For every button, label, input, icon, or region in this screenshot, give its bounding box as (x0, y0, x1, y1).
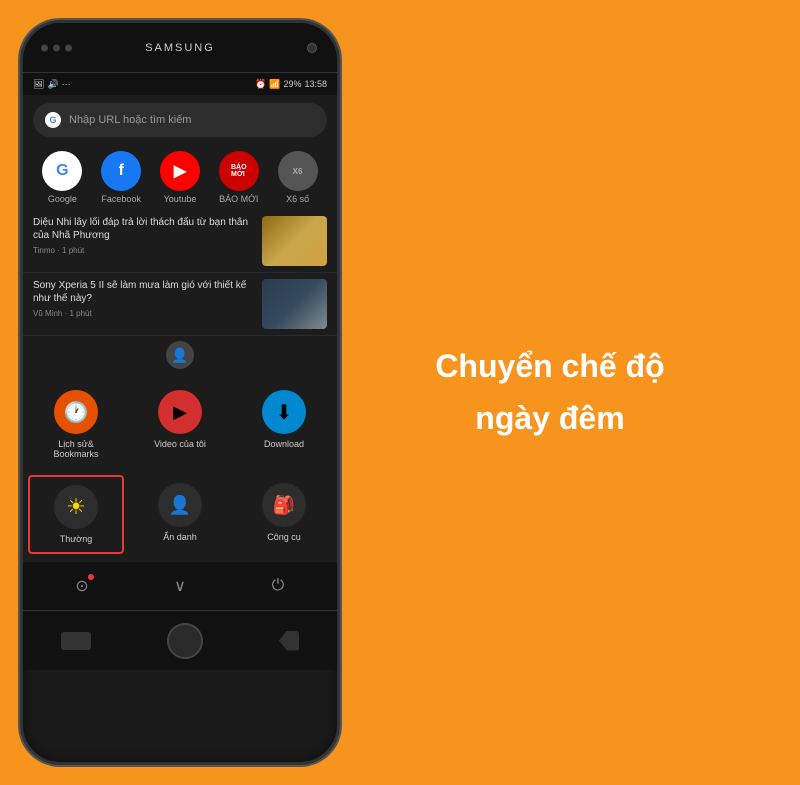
quick-link-x6[interactable]: X6 X6 số (278, 151, 318, 204)
incognito-label: Ẩn danh (163, 532, 197, 542)
thumb-image-1 (262, 216, 327, 266)
menu-item-history[interactable]: 🕐 Lịch sử&Bookmarks (28, 382, 124, 467)
camera-nav-icon: ⊙ (75, 576, 88, 596)
status-bar: 🖼 🔊 ··· ⏰ 📶 29% 13:58 (23, 73, 337, 95)
news-title-2: Sony Xperia 5 II sẽ làm mưa làm gió với … (33, 279, 252, 305)
url-input-container[interactable]: G Nhập URL hoặc tìm kiếm (33, 103, 327, 137)
news-meta-2: Vũ Minh · 1 phút (33, 309, 252, 318)
video-icon: ▶ (158, 390, 202, 434)
facebook-label: Facebook (101, 194, 141, 204)
baomoi-icon: BÁOMỚI (219, 151, 259, 191)
hw-home-button[interactable] (167, 623, 203, 659)
news-title-1: Diệu Nhi lây lối đáp trả lời thách đấu t… (33, 216, 252, 242)
heading-text: Chuyển chế độ ngày đêm (435, 341, 664, 443)
news-item-1[interactable]: Diệu Nhi lây lối đáp trả lời thách đấu t… (23, 210, 337, 273)
normal-mode-icon: ☀ (54, 485, 98, 529)
normal-label: Thường (60, 534, 92, 544)
menu-item-normal[interactable]: ☀ Thường (28, 475, 124, 554)
page-wrapper: SAMSUNG 🖼 🔊 ··· ⏰ 📶 29% 13:58 (0, 0, 800, 785)
bottom-nav: ⊙ ∨ ⏻ (23, 562, 337, 610)
status-icon-more: ··· (62, 79, 71, 89)
status-battery: 29% (283, 79, 301, 89)
nav-power-icon[interactable]: ⏻ (264, 572, 292, 600)
hardware-dot-1 (41, 44, 48, 51)
download-label: Download (264, 439, 304, 449)
profile-icon[interactable]: 👤 (166, 341, 194, 369)
status-icon-camera: 🖼 (33, 79, 44, 90)
status-wifi-icon: 📶 (269, 79, 280, 90)
news-meta-1: Tinmo · 1 phút (33, 246, 252, 255)
url-placeholder-text: Nhập URL hoặc tìm kiếm (69, 114, 191, 126)
google-label: Google (48, 194, 77, 204)
quick-link-youtube[interactable]: ▶ Youtube (160, 151, 200, 204)
menu-item-download[interactable]: ⬇ Download (236, 382, 332, 467)
status-left: 🖼 🔊 ··· (33, 79, 71, 90)
phone-bottom-hardware (23, 610, 337, 670)
video-label: Video của tôi (154, 439, 206, 449)
youtube-label: Youtube (164, 194, 197, 204)
phone-container: SAMSUNG 🖼 🔊 ··· ⏰ 📶 29% 13:58 (20, 20, 340, 765)
news-text-1: Diệu Nhi lây lối đáp trả lời thách đấu t… (33, 216, 252, 266)
news-thumb-1 (262, 216, 327, 266)
news-item-2[interactable]: Sony Xperia 5 II sẽ làm mưa làm gió với … (23, 273, 337, 336)
x6-icon: X6 (278, 151, 318, 191)
power-icon: ⏻ (272, 577, 285, 595)
x6-label: X6 số (286, 194, 309, 204)
quick-link-baomoi[interactable]: BÁOMỚI BÁO MỚI (219, 151, 259, 204)
quick-links-row: G Google f Facebook ▶ Youtube BÁOMỚI BÁO… (23, 145, 337, 210)
youtube-icon: ▶ (160, 151, 200, 191)
history-icon: 🕐 (54, 390, 98, 434)
heading-line2: ngày đêm (435, 393, 664, 444)
facebook-icon: f (101, 151, 141, 191)
status-icon-sound: 🔊 (47, 79, 58, 90)
tools-label: Công cụ (267, 532, 301, 542)
menu-item-incognito[interactable]: 👤 Ẩn danh (132, 475, 228, 554)
quick-link-facebook[interactable]: f Facebook (101, 151, 141, 204)
right-text-area: Chuyển chế độ ngày đêm (340, 321, 760, 463)
samsung-logo: SAMSUNG (145, 42, 215, 54)
thumb-image-2 (262, 279, 327, 329)
nav-camera-icon[interactable]: ⊙ (68, 572, 96, 600)
tab-profile-bar: 👤 (23, 336, 337, 374)
status-right: ⏰ 📶 29% 13:58 (255, 79, 327, 90)
menu-item-tools[interactable]: 🎒 Công cụ (236, 475, 332, 554)
phone-hardware-dots (41, 44, 72, 51)
status-alarm-icon: ⏰ (255, 79, 266, 90)
hardware-dot-2 (53, 44, 60, 51)
front-camera (307, 43, 317, 53)
status-time: 13:58 (304, 79, 327, 89)
url-bar: G Nhập URL hoặc tìm kiếm (23, 95, 337, 145)
nav-notification-dot (88, 574, 94, 580)
download-icon: ⬇ (262, 390, 306, 434)
phone-top-hardware: SAMSUNG (23, 23, 337, 73)
menu-grid: 🕐 Lịch sử&Bookmarks ▶ Video của tôi ⬇ Do… (23, 374, 337, 562)
news-thumb-2 (262, 279, 327, 329)
nav-chevron-icon[interactable]: ∨ (166, 572, 194, 600)
baomoi-label: BÁO MỚI (219, 194, 258, 204)
heading-line1: Chuyển chế độ (435, 341, 664, 392)
incognito-icon: 👤 (158, 483, 202, 527)
news-text-2: Sony Xperia 5 II sẽ làm mưa làm gió với … (33, 279, 252, 329)
google-logo-in-url: G (45, 112, 61, 128)
browser-content: G Nhập URL hoặc tìm kiếm G Google f Face… (23, 95, 337, 610)
history-label: Lịch sử&Bookmarks (53, 439, 98, 459)
google-icon: G (42, 151, 82, 191)
hardware-dot-3 (65, 44, 72, 51)
chevron-down-icon: ∨ (174, 576, 186, 596)
phone-body: SAMSUNG 🖼 🔊 ··· ⏰ 📶 29% 13:58 (20, 20, 340, 765)
tools-icon: 🎒 (262, 483, 306, 527)
hw-recent-apps-button[interactable] (61, 632, 91, 650)
hw-back-button[interactable] (279, 631, 299, 651)
quick-link-google[interactable]: G Google (42, 151, 82, 204)
menu-item-video[interactable]: ▶ Video của tôi (132, 382, 228, 467)
